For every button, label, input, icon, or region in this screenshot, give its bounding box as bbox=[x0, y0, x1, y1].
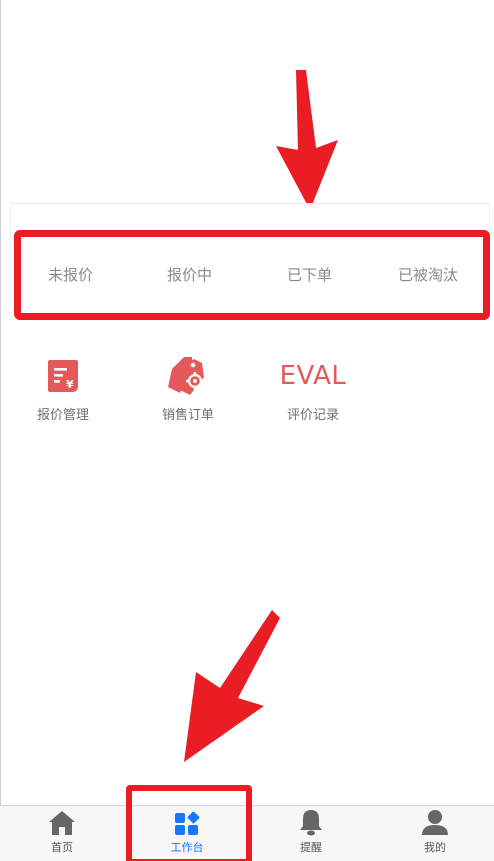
feature-evaluation-records[interactable]: EVAL 评价记录 bbox=[258, 352, 368, 432]
tab-unquoted[interactable]: 未报价 bbox=[48, 237, 93, 313]
price-tag-gear-icon bbox=[168, 357, 204, 395]
tab-eliminated[interactable]: 已被淘汰 bbox=[398, 237, 458, 313]
top-arrow bbox=[276, 70, 338, 210]
svg-text:¥: ¥ bbox=[66, 378, 74, 391]
feature-label: 评价记录 bbox=[286, 408, 339, 423]
feature-quote-management[interactable]: ¥ 报价管理 bbox=[8, 352, 118, 432]
bottom-arrow bbox=[184, 610, 280, 762]
feature-label: 销售订单 bbox=[161, 408, 214, 423]
tab-quoting[interactable]: 报价中 bbox=[167, 237, 212, 313]
bell-icon bbox=[300, 810, 322, 836]
eval-icon: EVAL bbox=[279, 361, 347, 391]
nav-profile[interactable]: 我的 bbox=[395, 806, 475, 861]
nav-label: 提醒 bbox=[300, 841, 322, 854]
status-tabs: 未报价 报价中 已下单 已被淘汰 bbox=[14, 230, 490, 320]
nav-reminders[interactable]: 提醒 bbox=[271, 806, 351, 861]
quote-document-icon: ¥ bbox=[48, 360, 78, 392]
nav-home[interactable]: 首页 bbox=[22, 806, 102, 861]
home-icon bbox=[49, 811, 75, 835]
nav-label: 首页 bbox=[51, 841, 73, 854]
tab-ordered[interactable]: 已下单 bbox=[287, 237, 332, 313]
workbench-page: 未报价 报价中 已下单 已被淘汰 ¥ 报价管理 销售订单 EVAL 评价记录 首… bbox=[0, 0, 494, 861]
feature-label: 报价管理 bbox=[36, 408, 89, 423]
nav-label: 我的 bbox=[424, 841, 446, 854]
workbench-highlight-box bbox=[126, 785, 252, 861]
user-icon bbox=[422, 810, 448, 835]
feature-sales-orders[interactable]: 销售订单 bbox=[133, 352, 243, 432]
